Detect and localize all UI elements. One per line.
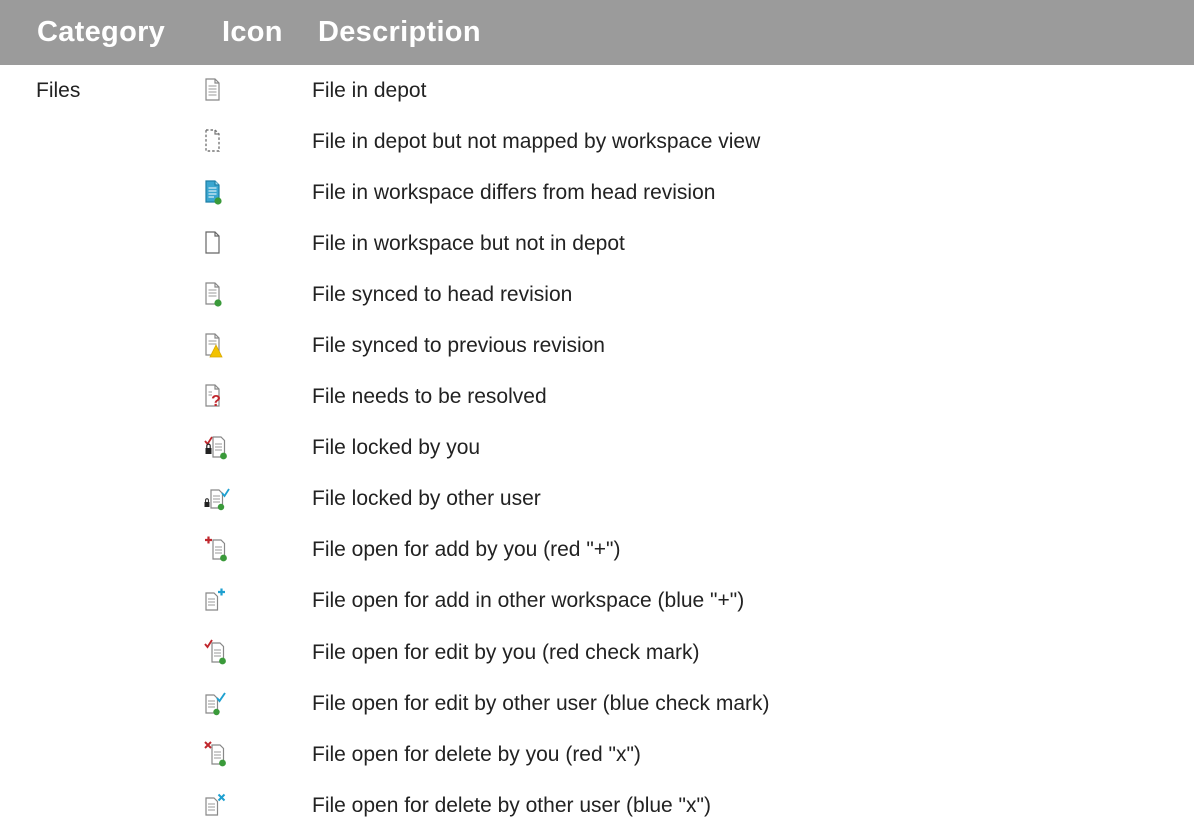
table-row: File open for delete by other user (blue… bbox=[0, 780, 1194, 831]
row-description: File synced to previous revision bbox=[312, 334, 605, 358]
file-not-in-depot-icon bbox=[205, 231, 220, 254]
file-delete-by-you-icon bbox=[204, 741, 226, 767]
row-category: Files bbox=[36, 78, 81, 102]
file-add-other-workspace-icon bbox=[205, 588, 225, 612]
row-description: File locked by you bbox=[312, 436, 481, 460]
row-description: File needs to be resolved bbox=[312, 385, 547, 409]
file-edit-by-other-icon bbox=[205, 692, 226, 715]
row-description: File locked by other user bbox=[312, 487, 541, 511]
table-row: File open for add by you (red "+") bbox=[0, 525, 1194, 576]
row-description: File in depot but not mapped by workspac… bbox=[312, 129, 761, 153]
table-row: Files File in depot bbox=[0, 65, 1194, 116]
file-edit-by-you-icon bbox=[204, 639, 226, 664]
table-row: File open for add in other workspace (bl… bbox=[0, 576, 1194, 627]
row-description: File synced to head revision bbox=[312, 282, 573, 306]
file-differs-from-head-icon bbox=[205, 180, 222, 205]
table-header: Category Icon Description bbox=[0, 0, 1194, 65]
row-description: File open for add by you (red "+") bbox=[312, 538, 621, 562]
file-synced-previous-icon bbox=[205, 333, 223, 358]
table-row: File in workspace but not in depot bbox=[0, 218, 1194, 269]
file-not-mapped-icon bbox=[205, 128, 220, 152]
table-row: File locked by other user bbox=[0, 474, 1194, 525]
file-locked-by-you-icon bbox=[204, 436, 227, 460]
table-row: File open for edit by other user (blue c… bbox=[0, 678, 1194, 729]
file-add-by-you-icon bbox=[205, 536, 227, 562]
table-row: ? File needs to be resolved bbox=[0, 372, 1194, 423]
header-icon: Icon bbox=[222, 16, 283, 48]
file-delete-by-other-icon bbox=[205, 793, 226, 816]
table-row: File open for delete by you (red "x") bbox=[0, 729, 1194, 780]
table-row: File in workspace differs from head revi… bbox=[0, 167, 1194, 218]
row-description: File in workspace differs from head revi… bbox=[312, 180, 716, 204]
file-in-depot-icon bbox=[205, 77, 220, 101]
svg-text:?: ? bbox=[211, 393, 221, 410]
row-description: File open for delete by other user (blue… bbox=[312, 793, 711, 817]
table-row: File locked by you bbox=[0, 423, 1194, 474]
table-row: File open for edit by you (red check mar… bbox=[0, 627, 1194, 678]
table-row: File synced to previous revision bbox=[0, 320, 1194, 371]
header-category: Category bbox=[37, 16, 166, 48]
table-row: File in depot but not mapped by workspac… bbox=[0, 116, 1194, 167]
row-description: File in depot bbox=[312, 78, 427, 102]
file-synced-head-icon bbox=[205, 282, 222, 307]
file-locked-by-other-icon bbox=[204, 488, 230, 511]
row-description: File open for delete by you (red "x") bbox=[312, 742, 641, 766]
row-description: File in workspace but not in depot bbox=[312, 231, 625, 255]
row-description: File open for edit by you (red check mar… bbox=[312, 640, 700, 664]
legend-table: Category Icon Description Files File in … bbox=[0, 0, 1194, 831]
table-row: File synced to head revision bbox=[0, 269, 1194, 320]
file-needs-resolve-icon: ? bbox=[205, 384, 221, 410]
row-description: File open for edit by other user (blue c… bbox=[312, 691, 770, 715]
row-description: File open for add in other workspace (bl… bbox=[312, 589, 745, 613]
header-description: Description bbox=[318, 16, 481, 48]
